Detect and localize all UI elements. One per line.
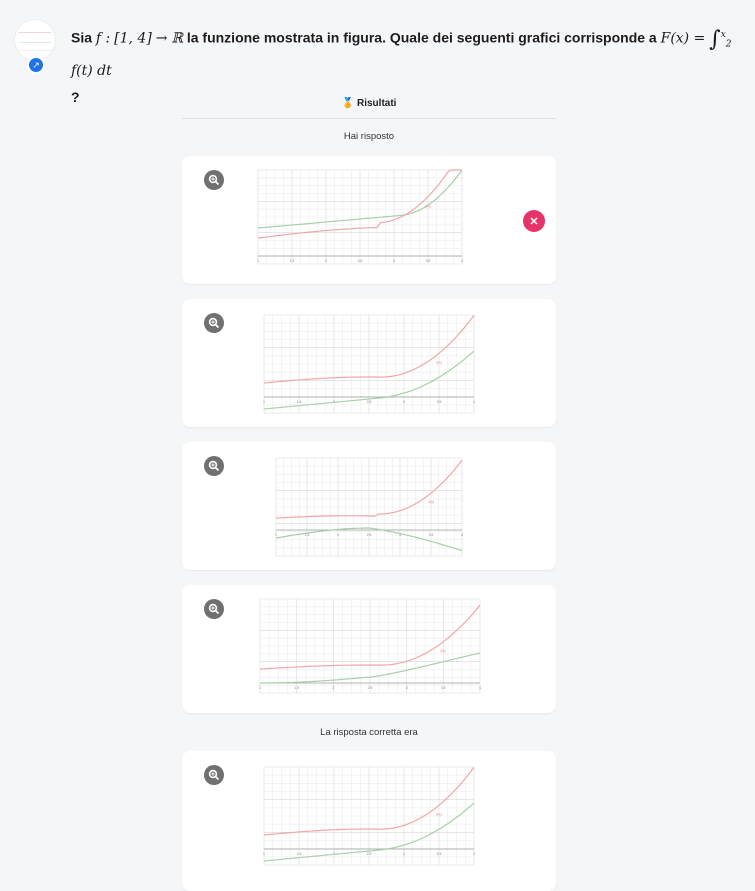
- tick-label: 2: [325, 259, 327, 263]
- edit-icon[interactable]: ↗: [27, 56, 45, 74]
- zoom-icon[interactable]: [204, 456, 224, 476]
- zoom-icon[interactable]: [204, 170, 224, 190]
- math-integrand: f(t) dt: [71, 63, 112, 80]
- tick-label: 2: [332, 686, 334, 690]
- math-domain: [1, 4]: [114, 30, 152, 47]
- zoom-icon[interactable]: [204, 313, 224, 333]
- math-f: f :: [95, 30, 111, 47]
- tick-label: 2.5: [358, 259, 363, 263]
- tick-label: 2.5: [367, 400, 372, 404]
- tick-label: 2.5: [367, 533, 372, 537]
- graph-correct: 1 1.5 2 2.5 3 3.5 4 f(x): [260, 765, 478, 869]
- tick-label: 2.5: [368, 686, 373, 690]
- graph-svg: 1 1.5 2 2.5 3 3.5 4f(x): [263, 314, 475, 414]
- graph-option-1: 1 1.5 2 2.5 3 3.5 4 f(x): [254, 168, 466, 268]
- graph-svg: 1 1.5 2 2.5 3 3.5 4f(x): [263, 766, 475, 866]
- tick-label: 4: [461, 259, 463, 263]
- tick-label: 2: [337, 533, 339, 537]
- question-prefix: Sia: [71, 29, 93, 46]
- tick-label: 3: [403, 852, 405, 856]
- tick-label: 3.5: [437, 852, 442, 856]
- tick-label: 1.5: [294, 686, 299, 690]
- math-F: F(x) =: [660, 30, 706, 47]
- graph-svg: 1 1.5 2 2.5 3 3.5 4f(x): [275, 457, 463, 557]
- math-arrow: →: [155, 30, 168, 47]
- graph-option-4: 1 1.5 2 2.5 3 3.5 4 f(x): [256, 597, 484, 697]
- question-header: ↗ Sia f : [1, 4] → ℝ la funzione mostrat…: [0, 0, 755, 105]
- answer-card[interactable]: 1 1.5 2 2.5 3 3.5 4 f(x): [182, 299, 556, 427]
- results-title: 🏅 Risultati: [182, 98, 556, 119]
- tick-label: 3.5: [426, 259, 431, 263]
- graph-option-3: 1 1.5 2 2.5 3 3.5 4 f(x): [272, 456, 466, 560]
- tick-label: 3.5: [429, 533, 434, 537]
- integral-sign: ∫: [709, 26, 721, 52]
- graph-svg: 1 1.5 2 2.5 3 3.5 4 f(x): [257, 169, 463, 265]
- zoom-icon[interactable]: [204, 765, 224, 785]
- fx-label: f(x): [429, 499, 435, 504]
- correct-label: La risposta corretta era: [320, 727, 418, 738]
- tick-label: 4: [473, 400, 475, 404]
- fx-label: f(x): [425, 203, 431, 208]
- question-body: la funzione mostrata in figura. Quale de…: [186, 29, 657, 46]
- wrong-answer-icon: ✕: [523, 210, 545, 232]
- fx-label: f(x): [440, 648, 446, 653]
- tick-label: 3: [393, 259, 395, 263]
- tick-label: 1: [263, 400, 265, 404]
- badge-icon: 🏅: [341, 98, 354, 109]
- graph-svg: 1 1.5 2 2.5 3 3.5 4 f(x): [259, 598, 481, 694]
- correct-answer-card[interactable]: 1 1.5 2 2.5 3 3.5 4 f(x): [182, 751, 556, 891]
- tick-label: 1: [257, 259, 259, 263]
- answer-card[interactable]: 1 1.5 2 2.5 3 3.5 4 f(x): [182, 442, 556, 570]
- tick-label: 3.5: [437, 400, 442, 404]
- tick-label: 1: [263, 852, 265, 856]
- zoom-icon[interactable]: [204, 599, 224, 619]
- integral-lower: 2: [725, 39, 732, 50]
- tick-label: 4: [473, 852, 475, 856]
- graph-option-2: 1 1.5 2 2.5 3 3.5 4 f(x): [260, 313, 478, 417]
- answered-label: Hai risposto: [343, 131, 395, 142]
- tick-label: 3: [403, 400, 405, 404]
- answer-card-selected[interactable]: 1 1.5 2 2.5 3 3.5 4 f(x) ✕: [182, 156, 556, 284]
- tick-label: 4: [461, 533, 463, 537]
- fx-label: f(x): [436, 360, 442, 365]
- tick-label: 4: [479, 686, 481, 690]
- tick-label: 3: [406, 686, 408, 690]
- math-codomain: ℝ: [171, 30, 183, 47]
- tick-label: 1.5: [297, 852, 302, 856]
- question-thumbnail[interactable]: [14, 19, 56, 61]
- tick-label: 3.5: [441, 686, 446, 690]
- answer-card[interactable]: 1 1.5 2 2.5 3 3.5 4 f(x): [182, 585, 556, 713]
- fx-label: f(x): [436, 812, 442, 817]
- tick-label: 2.5: [367, 852, 372, 856]
- tick-label: 1: [275, 533, 277, 537]
- tick-label: 1: [259, 686, 261, 690]
- tick-label: 1.5: [290, 259, 295, 263]
- tick-label: 1.5: [297, 400, 302, 404]
- question-mark: ?: [71, 89, 80, 106]
